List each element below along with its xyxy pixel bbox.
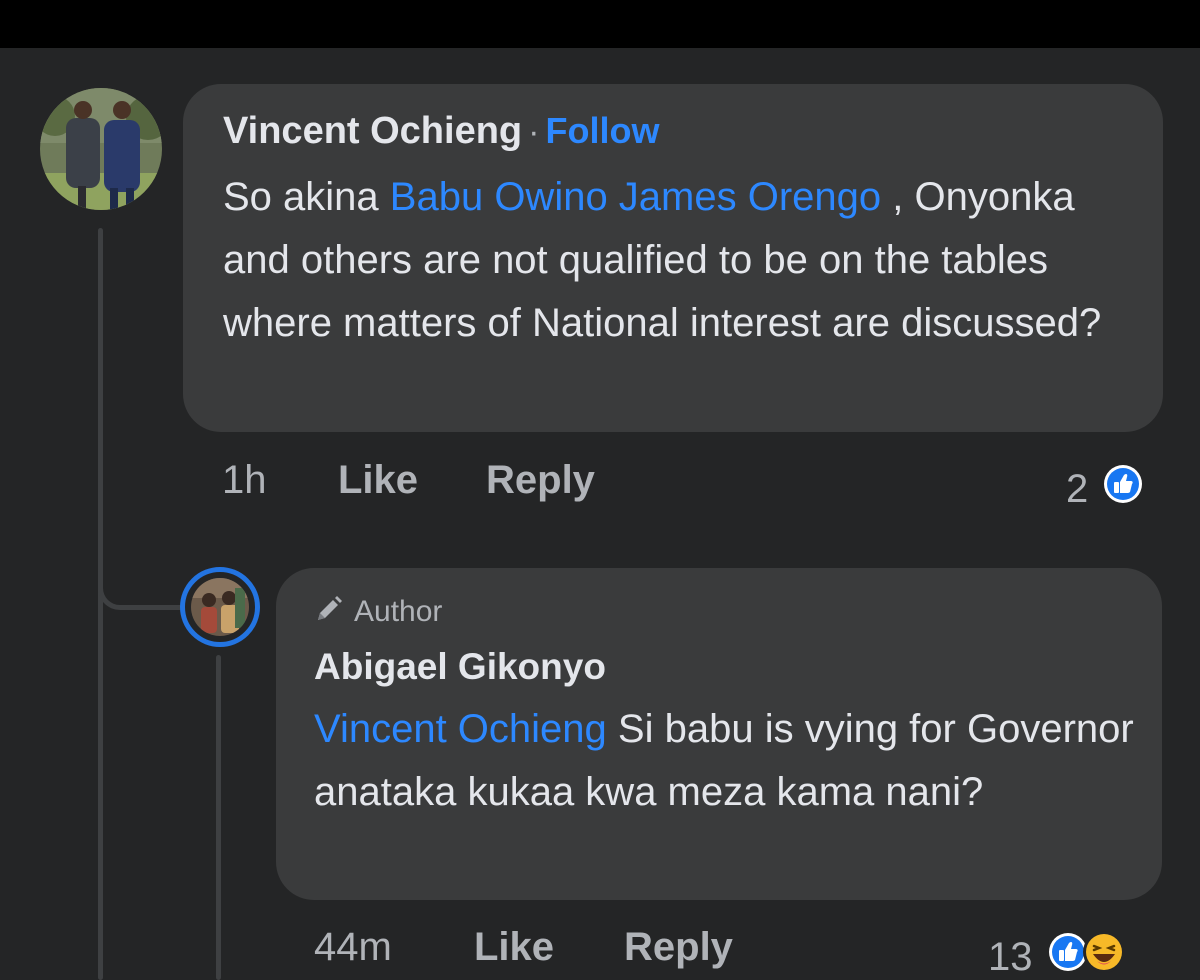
avatar-abigael-gikonyo[interactable]: [191, 578, 249, 636]
author-badge-label: Author: [354, 594, 443, 628]
comment-bubble: Vincent Ochieng · Follow So akina Babu Owi…: [183, 84, 1163, 432]
comment-header: Vincent Ochieng · Follow: [223, 110, 659, 153]
mention-link[interactable]: Babu Owino James Orengo: [390, 175, 881, 219]
comment-text-start: So akina: [223, 175, 390, 219]
like-icon: [1103, 464, 1143, 514]
follow-button[interactable]: Follow: [545, 110, 659, 151]
reply-reply-button[interactable]: Reply: [624, 925, 733, 970]
reply-reaction-count: 13: [988, 934, 1033, 979]
reply-timestamp[interactable]: 44m: [314, 925, 392, 970]
comment-author-name[interactable]: Vincent Ochieng: [223, 110, 522, 152]
reaction-summary[interactable]: 2: [1066, 464, 1143, 514]
like-button[interactable]: Like: [338, 458, 418, 503]
avatar-vincent-ochieng[interactable]: [40, 88, 162, 210]
reply-author-name[interactable]: Abigael Gikonyo: [314, 646, 606, 688]
reply-like-button[interactable]: Like: [474, 925, 554, 970]
reply-text: Vincent Ochieng Si babu is vying for Gov…: [314, 698, 1144, 824]
reply-bubble: Author Abigael Gikonyo Vincent Ochieng S…: [276, 568, 1162, 900]
pen-icon: [314, 594, 346, 632]
thread-line: [98, 228, 103, 980]
top-bar: [0, 0, 1200, 48]
reaction-count: 2: [1066, 466, 1089, 511]
reply-button[interactable]: Reply: [486, 458, 595, 503]
haha-icon: [1082, 930, 1126, 980]
reply-thread-line: [216, 655, 221, 980]
reply-mention-link[interactable]: Vincent Ochieng: [314, 707, 607, 751]
comment-actions: 1h Like Reply: [222, 458, 622, 508]
comment-timestamp[interactable]: 1h: [222, 458, 267, 503]
comment-text: So akina Babu Owino James Orengo , Onyon…: [223, 166, 1123, 355]
separator-dot: ·: [528, 113, 540, 151]
thread-connector: [98, 560, 183, 610]
comment-thread: Vincent Ochieng · Follow So akina Babu Owi…: [0, 0, 1200, 980]
author-badge: Author: [314, 594, 442, 632]
reply-actions: 44m Like Reply: [314, 925, 774, 975]
reply-reaction-summary[interactable]: 13: [988, 930, 1126, 980]
